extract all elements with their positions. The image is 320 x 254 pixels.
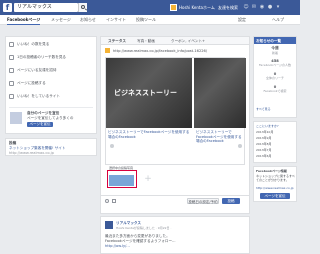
- timeline-item[interactable]: 2013年6月: [256, 154, 272, 158]
- schedule-button[interactable]: 投稿日の設定/予約: [187, 198, 219, 204]
- search-icon: [9, 94, 14, 99]
- tab-insights[interactable]: インサイト: [106, 15, 126, 25]
- stat-row: 今週 新着: [271, 46, 279, 55]
- location-icon[interactable]: [105, 199, 109, 203]
- about-promote-button[interactable]: ページを宣伝: [260, 193, 290, 199]
- tab-photo-video[interactable]: 写真・動画: [137, 39, 155, 44]
- search-icon: [81, 5, 85, 9]
- post-link[interactable]: http://ow.ly/...: [105, 244, 130, 248]
- user-name: Hoshi Kenta: [179, 5, 203, 10]
- promo-box: 自分のページを宣伝 ページを宣伝してより多くの ページを宣伝: [9, 107, 93, 131]
- preview-caption-right[interactable]: ビジネスストーリーでFacebookページを使用する場合のFacebook: [196, 130, 244, 144]
- schedule-icon[interactable]: [112, 199, 116, 203]
- tab-messages[interactable]: メッセージ: [51, 15, 71, 25]
- page-navigation: Facebookページ メッセージ お知らせ インサイト 投稿ツール 設定 ヘル…: [0, 15, 300, 25]
- facebook-logo[interactable]: f: [3, 3, 12, 12]
- settings-dropdown-icon[interactable]: ▾: [275, 4, 281, 10]
- about-text: ネットショップに関するすべてのことが分かります。: [256, 174, 295, 182]
- stats-title: お知らせの一覧: [256, 38, 282, 43]
- link-preview: ビジネスストーリー ビジネスストーリーでFacebookページを使用する場合のF…: [105, 57, 246, 165]
- action-row[interactable]: ページに投稿する: [9, 80, 46, 87]
- post-card: リアルマックス Hoshi Kentaが投稿しました · 9月22日 · 最近ま…: [100, 216, 250, 254]
- top-bar: f リアルマックス Hoshi Kenta ホーム 友達を検索 ☺ ✉ ◉ ● …: [0, 0, 300, 15]
- stats-header: お知らせの一覧: [254, 37, 296, 44]
- promo-thumbnail: [10, 112, 22, 124]
- page-avatar: [105, 48, 110, 53]
- page-icon: [9, 68, 14, 73]
- notifications-icon[interactable]: ◉: [259, 4, 265, 10]
- stat-row: 0 Facebookで検索: [263, 85, 287, 93]
- thumbnail-label: 選択中の投稿写真: [109, 166, 134, 170]
- right-stats-card: お知らせの一覧 今週 新着 458 Facebookページの人数 0 全体のリー…: [253, 36, 297, 118]
- preview-image-main[interactable]: ビジネスストーリー: [106, 58, 192, 128]
- about-title: Facebookページ情報: [256, 169, 287, 173]
- star-icon: [9, 81, 14, 86]
- action-row[interactable]: いいね！をしているサイト: [9, 93, 60, 100]
- thumbnail-image: [109, 175, 134, 186]
- tab-page[interactable]: Facebookページ: [7, 15, 41, 25]
- action-row[interactable]: 1日の投稿者のリーチ数を見る: [9, 54, 66, 61]
- search-input[interactable]: リアルマックス: [14, 3, 78, 12]
- about-url[interactable]: http://www.realmax.co.jp: [256, 186, 294, 190]
- composer-footer: 投稿日の設定/予約 投稿: [101, 195, 249, 205]
- privacy-icon[interactable]: ●: [267, 4, 273, 10]
- avatar: [170, 4, 177, 11]
- left-posts-card: 投稿 ネットショップ集客を開催! サイト http://www.realmax.…: [5, 138, 97, 156]
- home-link[interactable]: ホーム: [203, 3, 215, 12]
- right-about-card: Facebookページ情報 ネットショップに関するすべてのことが分かります。 h…: [253, 166, 297, 202]
- preview-caption-left[interactable]: ビジネスストーリーでFacebookページを使用する場合のFacebook: [108, 130, 190, 139]
- page-avatar: [105, 221, 113, 229]
- tab-settings[interactable]: 設定: [238, 15, 246, 25]
- tab-status[interactable]: ステータス: [108, 39, 126, 44]
- promo-subtitle: ページを宣伝してより多くの: [27, 116, 74, 120]
- timeline-item[interactable]: 2013年7月: [256, 148, 272, 152]
- friend-requests-icon[interactable]: ☺: [243, 4, 249, 10]
- post-button[interactable]: 投稿: [222, 198, 240, 204]
- stat-row: 0 全体のリーチ: [265, 72, 284, 80]
- like-icon: [9, 42, 14, 47]
- timeline-item[interactable]: 2013年9月: [256, 136, 272, 140]
- composer-card: ステータス 写真・動画 クーポン, イベント+ http://www.realm…: [100, 36, 250, 214]
- timeline-item[interactable]: 2013年8月: [256, 142, 272, 146]
- tab-offer-event[interactable]: クーポン, イベント+: [171, 39, 205, 44]
- timeline-item[interactable]: ここにいますか?: [256, 124, 279, 128]
- composer-url-text[interactable]: http://www.realmax.co.jp/facebook_info/p…: [113, 49, 207, 53]
- profile-link[interactable]: Hoshi Kenta: [170, 3, 203, 12]
- selected-thumbnail[interactable]: 選択中の投稿写真: [107, 166, 137, 188]
- search-button[interactable]: [78, 3, 87, 12]
- left-actions-card: いいね！の数を見る 1日の投稿者のリーチ数を見る ページにいる友達を招待 ページ…: [5, 36, 97, 134]
- post-url: http://www.realmax.co.jp: [9, 151, 54, 155]
- tab-publishing-tools[interactable]: 投稿ツール: [136, 15, 156, 25]
- add-photo-icon[interactable]: +: [143, 174, 153, 184]
- timeline-item[interactable]: 2013年10月: [256, 130, 273, 134]
- right-timeline-card: ここにいますか? 2013年10月 2013年9月 2013年8月 2013年7…: [253, 121, 297, 163]
- messages-icon[interactable]: ✉: [251, 4, 257, 10]
- action-row[interactable]: ページにいる友達を招待: [9, 67, 56, 74]
- preview-image-secondary[interactable]: [194, 58, 246, 128]
- stat-row: 458 Facebookページの人数: [258, 59, 292, 67]
- chart-icon: [9, 55, 14, 60]
- post-meta: Hoshi Kentaが投稿しました · 9月22日 ·: [116, 226, 172, 230]
- see-all-link[interactable]: すべて見る: [256, 107, 271, 111]
- composer-tabs: ステータス 写真・動画 クーポン, イベント+: [101, 37, 249, 45]
- action-row[interactable]: いいね！の数を見る: [9, 41, 49, 48]
- find-friends-link[interactable]: 友達を検索: [218, 3, 238, 12]
- prev-arrow-icon[interactable]: [110, 144, 114, 148]
- next-arrow-icon[interactable]: [238, 144, 242, 148]
- tab-notifications[interactable]: お知らせ: [80, 15, 96, 25]
- promote-button[interactable]: ページを宣伝: [27, 122, 53, 127]
- preview-image-text: ビジネスストーリー: [114, 89, 177, 97]
- tab-help[interactable]: ヘルプ: [272, 15, 284, 25]
